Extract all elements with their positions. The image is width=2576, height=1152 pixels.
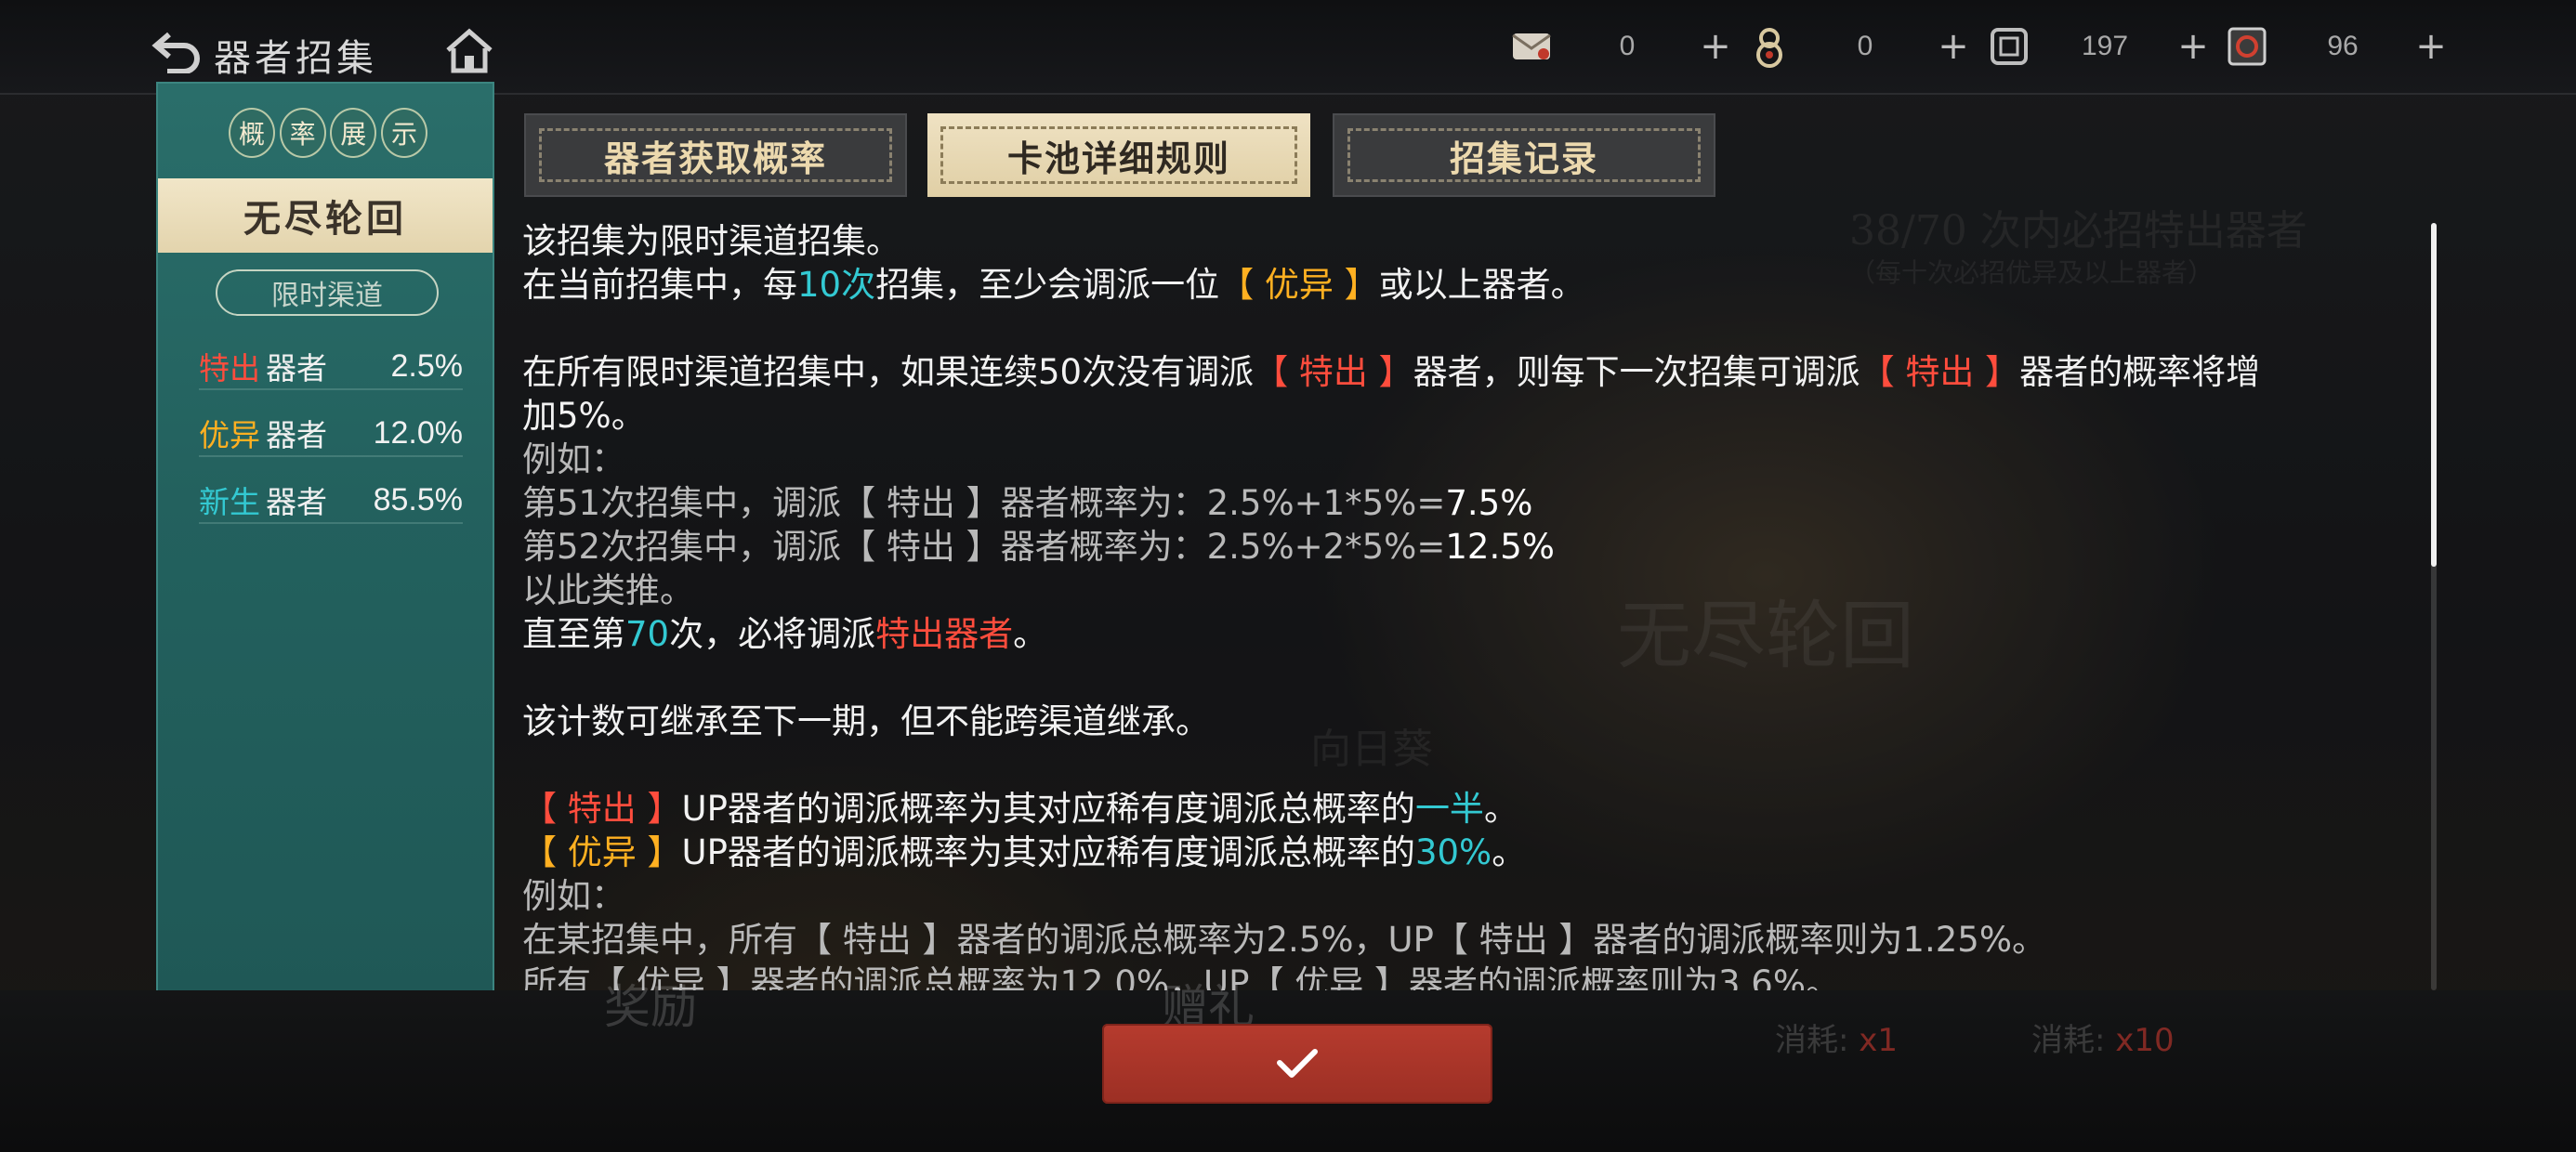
- prob-char: 示: [380, 108, 427, 158]
- confirm-button[interactable]: [1102, 1024, 1492, 1104]
- resource-ticket-value: 0: [1619, 31, 1636, 61]
- rule-line: 【 特出 】UP器者的调派概率为其对应稀有度调派总概率的一半。: [522, 789, 1518, 829]
- back-button[interactable]: [149, 24, 204, 76]
- rate-kind: 器者: [266, 350, 327, 386]
- rule-line: 在所有限时渠道招集中，如果连续50次没有调派【 特出 】器者，则每下一次招集可调…: [522, 352, 2261, 392]
- rule-line: 第51次招集中，调派【 特出 】器者概率为：2.5%+1*5%=7.5%: [522, 483, 1533, 523]
- resource-seal: 197 +: [1983, 20, 2212, 72]
- rate-row-newborn: 新生 器者 85.5%: [199, 478, 463, 524]
- rate-percent: 2.5%: [390, 347, 464, 384]
- tab-label: 卡池详细规则: [1006, 137, 1230, 179]
- rate-row-exceptional: 特出 器者 2.5%: [199, 344, 463, 390]
- back-arrow-icon: [151, 32, 200, 73]
- resource-seal-value: 197: [2081, 31, 2129, 61]
- gourd-token-icon: [1743, 20, 1795, 72]
- rate-tier: 新生: [199, 484, 260, 520]
- tab-label: 招集记录: [1449, 137, 1598, 179]
- resource-gourd-value: 0: [1857, 31, 1873, 61]
- resource-gourd: 0 +: [1743, 20, 1972, 72]
- home-icon: [446, 28, 493, 73]
- probability-panel: 概 率 展 示 无尽轮回 限时渠道 特出 器者 2.5% 优异 器者 12.0%…: [156, 82, 494, 1016]
- rate-tier: 特出: [199, 350, 260, 386]
- rule-line: 在当前招集中，每10次招集，至少会调派一位【 优异 】或以上器者。: [522, 265, 1585, 305]
- charm-icon: [2221, 20, 2273, 72]
- rule-line: 在某招集中，所有【 特出 】器者的调派总概率为2.5%，UP【 特出 】器者的调…: [522, 920, 2046, 960]
- prob-char: 率: [279, 108, 326, 158]
- probability-display-title: 概 率 展 示: [229, 108, 427, 162]
- pool-name: 无尽轮回: [158, 178, 493, 253]
- rule-line: 该计数可继承至下一期，但不能跨渠道继承。: [522, 701, 1210, 741]
- rate-tier: 优异: [199, 417, 260, 453]
- tab-acquisition-probability[interactable]: 器者获取概率: [524, 113, 907, 197]
- rate-kind: 器者: [266, 484, 327, 520]
- home-button[interactable]: [444, 28, 494, 74]
- rate-percent: 12.0%: [373, 414, 463, 451]
- rule-line: 例如：: [522, 876, 625, 916]
- rule-line: 直至第70次，必将调派特出器者。: [522, 614, 1048, 654]
- bg-reward-label: 奖励: [604, 980, 697, 1034]
- add-seal-button[interactable]: +: [2175, 25, 2212, 68]
- tab-recruit-history[interactable]: 招集记录: [1333, 113, 1715, 197]
- cost-ten-label: 消耗: x10: [2031, 1022, 2175, 1059]
- prob-char: 展: [330, 108, 377, 158]
- checkmark-icon: [1277, 1049, 1318, 1078]
- rule-line: 以此类推。: [522, 570, 694, 610]
- page-title: 器者招集: [214, 37, 377, 80]
- top-bar: 器者招集 0 + 0 + 197 + 96 +: [0, 0, 2576, 95]
- tab-pool-rules[interactable]: 卡池详细规则: [927, 113, 1310, 197]
- rule-line: 该招集为限时渠道招集。: [522, 221, 900, 261]
- add-charm-button[interactable]: +: [2412, 25, 2450, 68]
- rate-row-excellent: 优异 器者 12.0%: [199, 411, 463, 457]
- rule-line: 加5%。: [522, 396, 646, 436]
- resource-charm: 96 +: [2221, 20, 2450, 72]
- rate-percent: 85.5%: [373, 481, 463, 517]
- seal-coin-icon: [1983, 20, 2035, 72]
- rule-line: 所有【 优异 】器者的调派总概率为12.0%，UP【 优异 】器者的调派概率则为…: [522, 963, 1840, 990]
- channel-badge: 限时渠道: [216, 269, 439, 316]
- cost-single-label: 消耗: x1: [1775, 1022, 1899, 1059]
- resource-charm-value: 96: [2327, 31, 2359, 61]
- rule-line: 第52次招集中，调派【 特出 】器者概率为：2.5%+2*5%=12.5%: [522, 527, 1555, 567]
- add-ticket-button[interactable]: +: [1697, 25, 1734, 68]
- rules-scrollbar-thumb[interactable]: [2431, 223, 2437, 567]
- ticket-envelope-icon: [1505, 20, 1557, 72]
- resource-ticket: 0 +: [1505, 20, 1734, 72]
- rule-line: 【 优异 】UP器者的调派概率为其对应稀有度调派总概率的30%。: [522, 832, 1527, 872]
- tab-label: 器者获取概率: [603, 137, 827, 179]
- rate-kind: 器者: [266, 417, 327, 453]
- rule-line: 例如：: [522, 439, 625, 479]
- add-gourd-button[interactable]: +: [1935, 25, 1972, 68]
- rules-content[interactable]: 该招集为限时渠道招集。 在当前招集中，每10次招集，至少会调派一位【 优异 】或…: [522, 219, 2418, 990]
- prob-char: 概: [229, 108, 275, 158]
